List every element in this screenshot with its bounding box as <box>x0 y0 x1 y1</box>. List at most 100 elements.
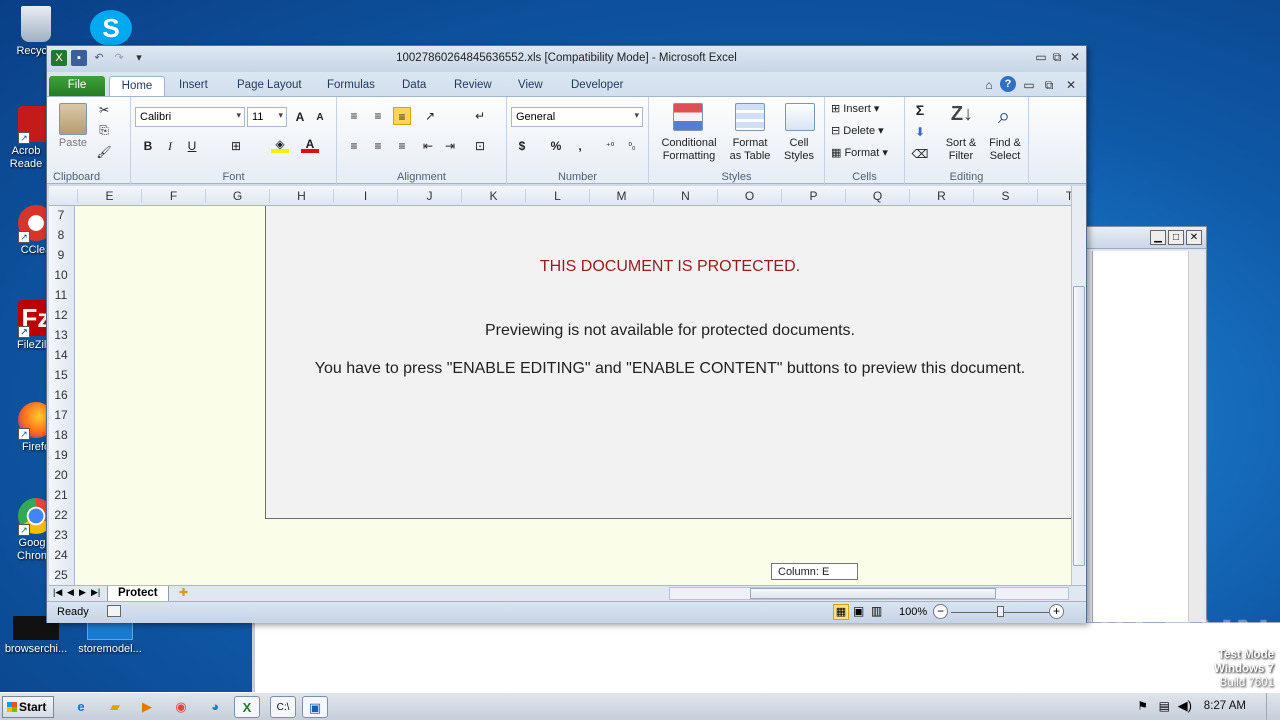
column-header[interactable]: F <box>141 189 205 203</box>
row-header[interactable]: 19 <box>49 448 73 462</box>
column-header[interactable]: M <box>589 189 653 203</box>
row-header[interactable]: 14 <box>49 348 73 362</box>
show-desktop-button[interactable] <box>1266 693 1280 720</box>
column-header[interactable]: S <box>973 189 1037 203</box>
worksheet-grid[interactable]: THIS DOCUMENT IS PROTECTED. Previewing i… <box>75 206 1071 586</box>
decrease-indent-icon[interactable]: ⇤ <box>419 137 437 155</box>
normal-view-icon[interactable]: ▦ <box>833 604 849 620</box>
bold-button[interactable]: B <box>139 137 157 155</box>
cell-styles-icon[interactable] <box>785 103 815 131</box>
clear-icon[interactable]: ⌫ <box>911 145 929 163</box>
decrease-decimal-icon[interactable]: ⁰₀ <box>623 137 641 155</box>
fill-icon[interactable]: ⬇ <box>911 123 929 141</box>
delete-button[interactable]: ⊟ Delete ▾ <box>831 125 901 138</box>
background-window-titlebar[interactable]: ▁ □ ✕ <box>1086 227 1206 249</box>
column-header[interactable]: N <box>653 189 717 203</box>
font-size-combo[interactable]: 11 <box>247 107 287 127</box>
tab-view[interactable]: View <box>518 76 543 96</box>
currency-button[interactable]: $ <box>513 137 531 155</box>
orientation-icon[interactable]: ↗ <box>421 107 439 125</box>
column-header[interactable]: E <box>77 189 141 203</box>
vertical-scrollbar[interactable] <box>1071 186 1086 586</box>
column-header[interactable]: T <box>1037 189 1101 203</box>
cell-styles-button[interactable]: Cell Styles <box>779 137 819 163</box>
row-header[interactable]: 13 <box>49 328 73 342</box>
row-header[interactable]: 11 <box>49 288 73 302</box>
format-as-table-icon[interactable] <box>735 103 765 131</box>
row-header[interactable]: 23 <box>49 528 73 542</box>
window-taskbar-icon[interactable]: ▣ <box>302 696 328 718</box>
minimize-ribbon-icon[interactable]: ⌂ <box>982 78 996 92</box>
row-header[interactable]: 20 <box>49 468 73 482</box>
copy-icon[interactable]: ⎘ <box>95 121 113 139</box>
conditional-formatting-icon[interactable] <box>673 103 703 131</box>
sheet-tab-protect[interactable]: Protect <box>107 586 169 602</box>
row-header[interactable]: 10 <box>49 268 73 282</box>
row-header[interactable]: 18 <box>49 428 73 442</box>
network-icon[interactable]: ▤ <box>1159 699 1170 713</box>
restore-icon[interactable]: ⧉ <box>1050 50 1064 65</box>
column-header[interactable]: K <box>461 189 525 203</box>
tab-developer[interactable]: Developer <box>571 76 623 96</box>
row-header[interactable]: 9 <box>49 248 73 262</box>
volume-icon[interactable]: ◀) <box>1178 698 1192 714</box>
align-center-icon[interactable]: ≡ <box>369 137 387 155</box>
increase-indent-icon[interactable]: ⇥ <box>441 137 459 155</box>
align-left-icon[interactable]: ≡ <box>345 137 363 155</box>
row-header[interactable]: 12 <box>49 308 73 322</box>
autosum-button[interactable]: Σ <box>911 101 929 119</box>
workbook-close-icon[interactable]: ✕ <box>1064 78 1078 92</box>
cut-icon[interactable]: ✂ <box>95 101 113 119</box>
row-header[interactable]: 17 <box>49 408 73 422</box>
workbook-minimize-icon[interactable]: ▭ <box>1022 78 1036 92</box>
media-player-icon[interactable]: ▶ <box>134 696 160 718</box>
comma-button[interactable]: , <box>571 137 589 155</box>
row-header[interactable]: 16 <box>49 388 73 402</box>
clock[interactable]: 8:27 AM <box>1204 700 1246 712</box>
skype-icon[interactable]: S <box>90 10 132 46</box>
tab-insert[interactable]: Insert <box>179 76 208 96</box>
column-header[interactable]: L <box>525 189 589 203</box>
tab-home[interactable]: Home <box>109 76 165 96</box>
workbook-restore-icon[interactable]: ⧉ <box>1042 78 1056 93</box>
flag-icon[interactable]: ⚑ <box>1137 699 1148 713</box>
close-icon[interactable]: ✕ <box>1068 50 1082 64</box>
conditional-formatting-button[interactable]: Conditional Formatting <box>653 137 725 163</box>
page-break-view-icon[interactable]: ▥ <box>871 604 882 618</box>
increase-decimal-icon[interactable]: ⁺⁰ <box>601 137 619 155</box>
chrome-icon[interactable]: ◉ <box>168 696 194 718</box>
minimize-icon[interactable]: ▁ <box>1150 230 1166 245</box>
title-bar[interactable]: X ▪ ↶ ↷ ▾ 10027860264845636552.xls [Comp… <box>47 46 1086 72</box>
column-header[interactable]: I <box>333 189 397 203</box>
underline-button[interactable]: U <box>183 137 201 155</box>
ie-icon[interactable]: e <box>68 696 94 718</box>
excel-window[interactable]: X ▪ ↶ ↷ ▾ 10027860264845636552.xls [Comp… <box>46 45 1087 623</box>
column-header[interactable]: O <box>717 189 781 203</box>
borders-icon[interactable]: ⊞ <box>227 137 245 155</box>
zoom-out-icon[interactable]: − <box>933 604 948 619</box>
close-icon[interactable]: ✕ <box>1186 230 1202 245</box>
row-header[interactable]: 24 <box>49 548 73 562</box>
row-header[interactable]: 21 <box>49 488 73 502</box>
sheet-nav-next-icon[interactable]: ▶ <box>79 587 86 598</box>
page-layout-view-icon[interactable]: ▣ <box>853 604 864 618</box>
italic-button[interactable]: I <box>161 137 179 155</box>
tab-file[interactable]: File <box>49 76 105 96</box>
font-color-icon[interactable]: A <box>301 135 319 153</box>
sheet-nav-last-icon[interactable]: ▶| <box>91 587 100 598</box>
align-bottom-icon[interactable]: ≡ <box>393 107 411 125</box>
vertical-scroll-thumb[interactable] <box>1073 286 1085 566</box>
edge-icon[interactable]: ◕ <box>202 696 228 718</box>
horizontal-scroll-thumb[interactable] <box>750 588 996 599</box>
horizontal-scrollbar[interactable] <box>669 587 1069 600</box>
tab-formulas[interactable]: Formulas <box>327 76 375 96</box>
zoom-slider-thumb[interactable] <box>997 606 1004 617</box>
insert-sheet-icon[interactable]: ✚ <box>179 586 188 599</box>
column-header[interactable]: P <box>781 189 845 203</box>
font-name-combo[interactable]: Calibri <box>135 107 245 127</box>
paste-icon[interactable] <box>59 103 87 135</box>
paste-button[interactable]: Paste <box>53 137 93 150</box>
zoom-in-icon[interactable]: + <box>1049 604 1064 619</box>
row-header[interactable]: 22 <box>49 508 73 522</box>
align-middle-icon[interactable]: ≡ <box>369 107 387 125</box>
